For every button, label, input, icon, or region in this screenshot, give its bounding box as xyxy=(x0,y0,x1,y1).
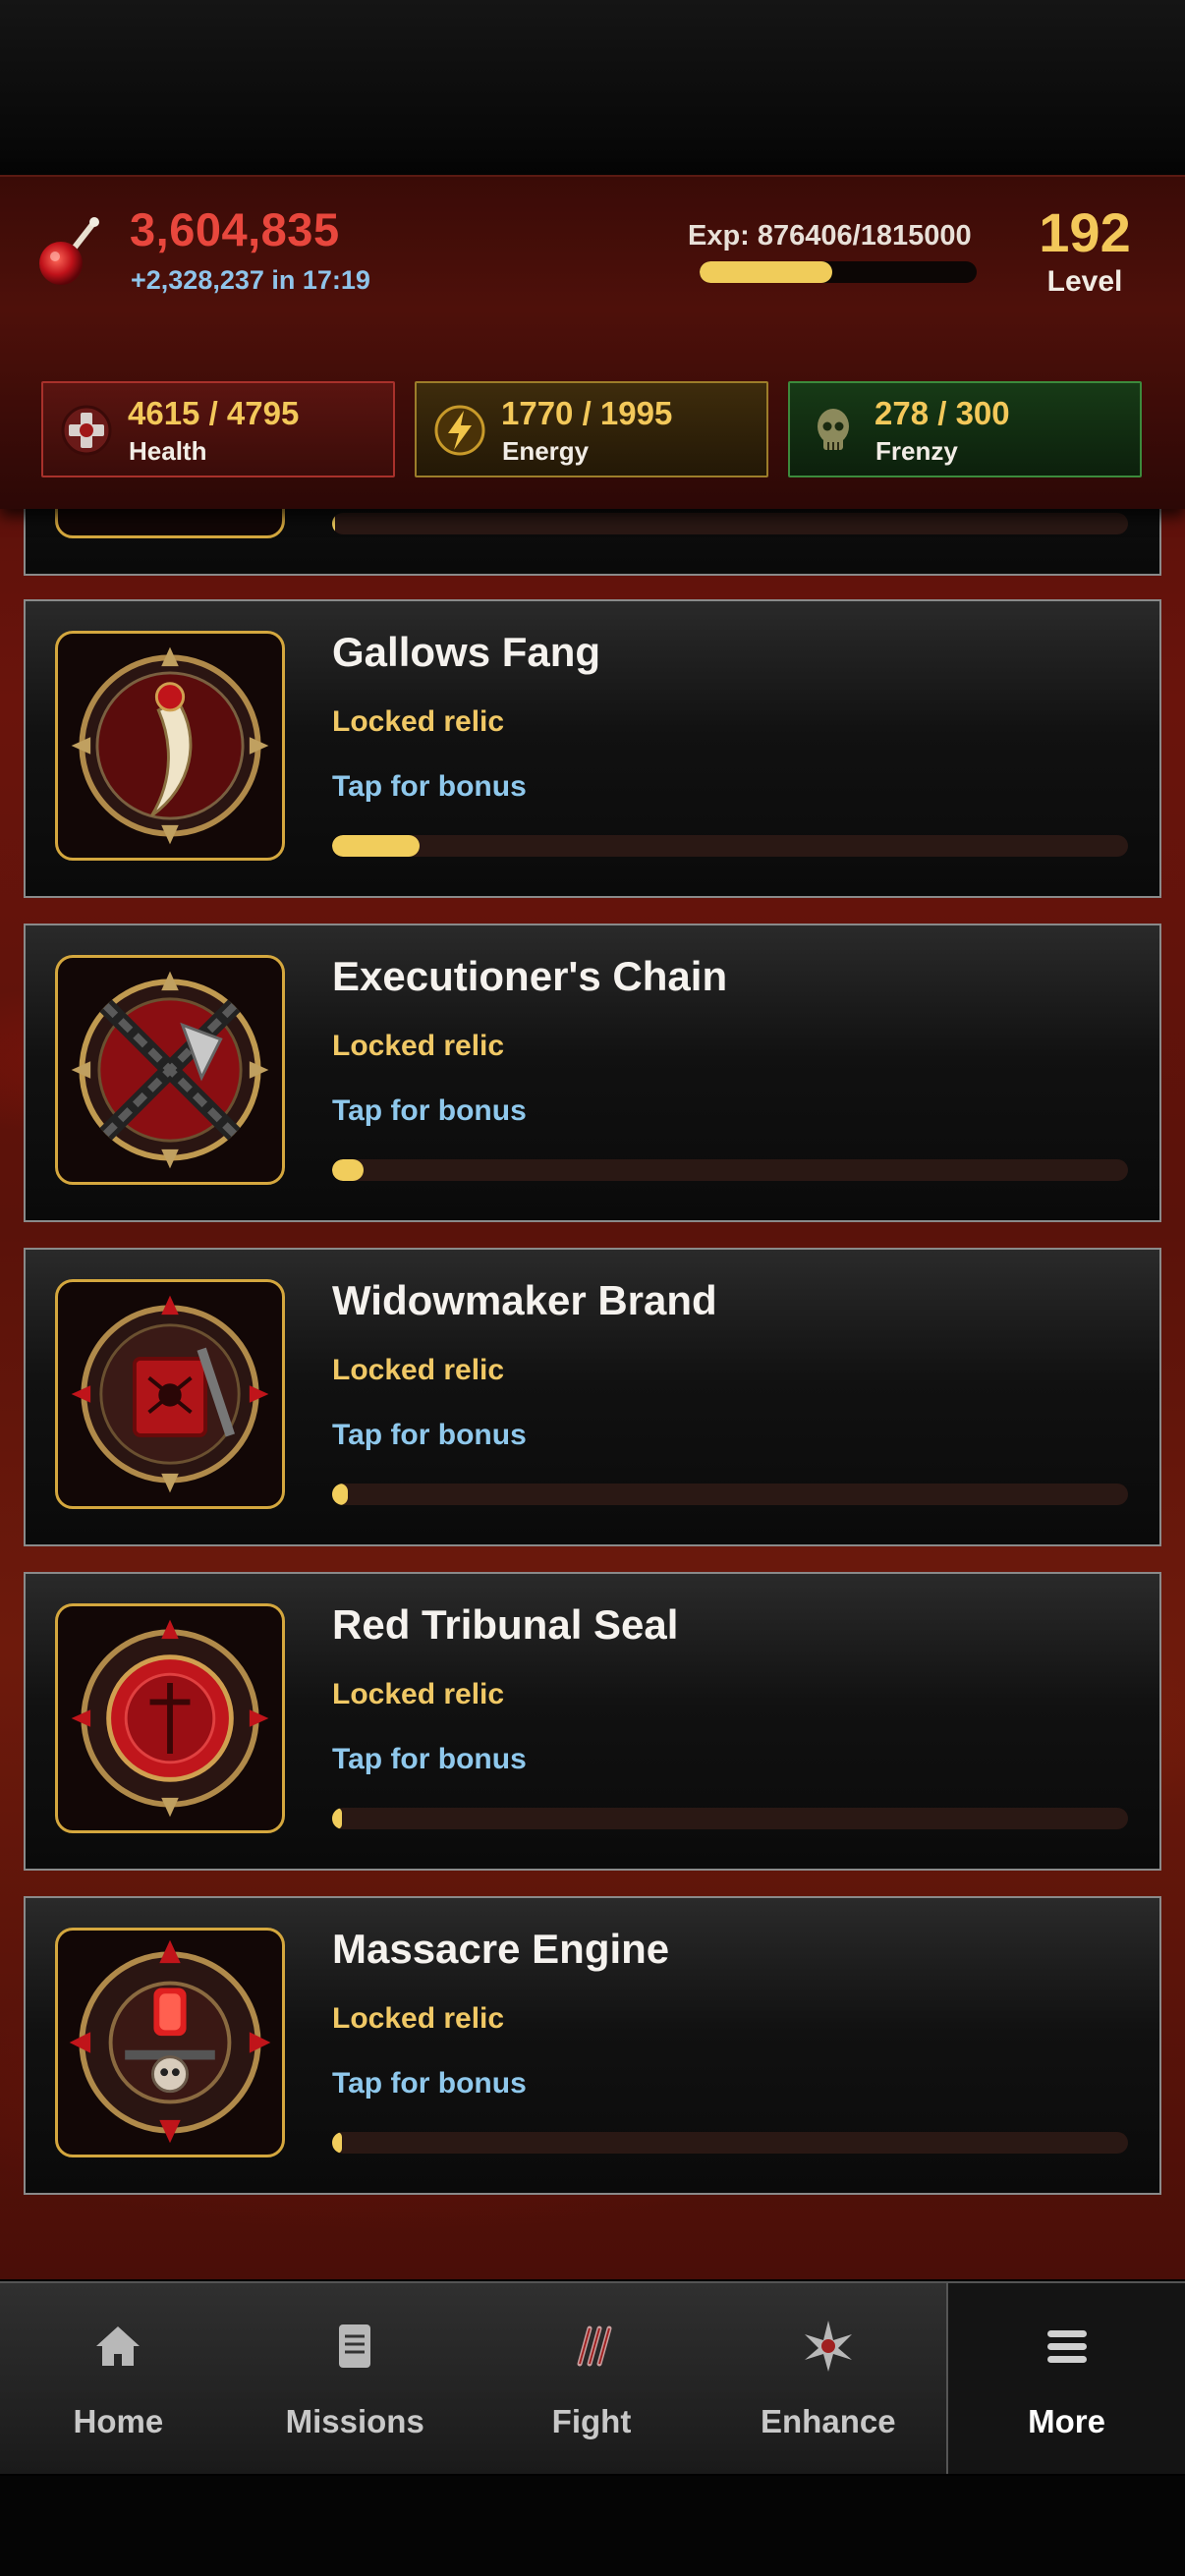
relic-card[interactable]: Massacre Engine Locked relic Tap for bon… xyxy=(24,1896,1161,2195)
chain-axe-relic-icon xyxy=(55,955,285,1185)
nav-enhance[interactable]: Enhance xyxy=(709,2283,946,2474)
relic-thumbnail xyxy=(55,509,285,538)
fang-relic-icon xyxy=(55,631,285,861)
tap-for-bonus-link[interactable]: Tap for bonus xyxy=(332,2067,527,2100)
nav-more-label: More xyxy=(1028,2403,1105,2439)
menu-icon xyxy=(1046,2330,1087,2363)
level-number: 192 xyxy=(1039,201,1131,263)
energy-value: 1770 / 1995 xyxy=(501,395,673,431)
frenzy-value: 278 / 300 xyxy=(875,395,1010,431)
engine-relic-icon xyxy=(55,1928,285,2157)
player-header: 3,604,835 +2,328,237 in 17:19 Exp: 87640… xyxy=(0,175,1185,509)
lightning-icon xyxy=(434,405,485,456)
health-label: Health xyxy=(129,436,207,466)
relic-name: Gallows Fang xyxy=(332,629,601,675)
relic-progress-fill xyxy=(332,1484,349,1505)
relic-card[interactable]: Executioner's Chain Locked relic Tap for… xyxy=(24,924,1161,1222)
bottom-nav: Home Missions Fight Enhance More xyxy=(0,2281,1185,2474)
cash-income-timer: +2,328,237 in 17:19 xyxy=(131,265,370,295)
relic-card[interactable]: Gallows Fang Locked relic Tap for bonus xyxy=(24,599,1161,898)
frenzy-stat[interactable]: 278 / 300 Frenzy xyxy=(788,381,1142,477)
relic-progress-fill xyxy=(332,1159,365,1181)
claw-slash-icon xyxy=(577,2325,612,2367)
experience-bar xyxy=(700,261,977,283)
relic-card[interactable]: Widowmaker Brand Locked relic Tap for bo… xyxy=(24,1248,1161,1546)
seal-relic-icon xyxy=(55,1603,285,1833)
relic-status: Locked relic xyxy=(332,1354,505,1386)
relic-progress-bar xyxy=(332,835,1128,857)
home-indicator-area xyxy=(0,2476,1185,2576)
energy-stat[interactable]: 1770 / 1995 Energy xyxy=(415,381,768,477)
relic-status: Locked relic xyxy=(332,2002,505,2035)
cash-value: 3,604,835 xyxy=(130,203,340,255)
experience-bar-fill xyxy=(700,261,833,283)
nav-fight-label: Fight xyxy=(551,2403,632,2439)
nav-missions-label: Missions xyxy=(285,2403,424,2439)
relic-progress-fill xyxy=(332,1808,342,1829)
tap-for-bonus-link[interactable]: Tap for bonus xyxy=(332,1094,527,1128)
relic-list[interactable]: Gallows Fang Locked relic Tap for bonus xyxy=(0,509,1185,2260)
health-cross-icon xyxy=(61,405,112,456)
relic-progress-bar xyxy=(332,1484,1128,1505)
relic-card-partial[interactable] xyxy=(24,509,1161,576)
relic-card[interactable]: Red Tribunal Seal Locked relic Tap for b… xyxy=(24,1572,1161,1871)
blood-vial-icon xyxy=(39,217,99,285)
tap-for-bonus-link[interactable]: Tap for bonus xyxy=(332,770,527,804)
experience-label: Exp: 876406/1815000 xyxy=(688,220,972,252)
relic-progress-bar xyxy=(332,513,1128,534)
status-bar-area xyxy=(0,0,1185,177)
relic-name: Executioner's Chain xyxy=(332,953,728,999)
relic-progress-fill xyxy=(332,835,421,857)
energy-label: Energy xyxy=(502,436,590,466)
relic-progress-fill xyxy=(332,513,336,534)
relic-progress-bar xyxy=(332,1808,1128,1829)
relic-progress-bar xyxy=(332,1159,1128,1181)
nav-missions[interactable]: Missions xyxy=(237,2283,474,2474)
home-icon xyxy=(96,2326,141,2366)
nav-fight[interactable]: Fight xyxy=(474,2283,710,2474)
spider-brand-relic-icon xyxy=(55,1279,285,1509)
relic-name: Massacre Engine xyxy=(332,1926,670,1972)
nav-enhance-label: Enhance xyxy=(761,2403,896,2439)
nav-home[interactable]: Home xyxy=(0,2283,237,2474)
document-icon xyxy=(339,2324,371,2368)
skull-icon xyxy=(818,409,849,450)
tap-for-bonus-link[interactable]: Tap for bonus xyxy=(332,1743,527,1776)
nav-home-label: Home xyxy=(73,2403,164,2439)
health-value: 4615 / 4795 xyxy=(128,395,300,431)
health-stat[interactable]: 4615 / 4795 Health xyxy=(41,381,395,477)
relic-progress-fill xyxy=(332,2132,342,2154)
nav-more[interactable]: More xyxy=(946,2283,1185,2474)
relic-name: Red Tribunal Seal xyxy=(332,1601,679,1648)
relic-status: Locked relic xyxy=(332,1678,505,1710)
level-label: Level xyxy=(1046,265,1123,298)
relic-progress-bar xyxy=(332,2132,1128,2154)
tap-for-bonus-link[interactable]: Tap for bonus xyxy=(332,1419,527,1452)
star-burst-icon xyxy=(804,2321,852,2372)
frenzy-label: Frenzy xyxy=(875,436,958,466)
relic-status: Locked relic xyxy=(332,705,505,738)
relic-name: Widowmaker Brand xyxy=(332,1277,717,1323)
relic-status: Locked relic xyxy=(332,1030,505,1062)
